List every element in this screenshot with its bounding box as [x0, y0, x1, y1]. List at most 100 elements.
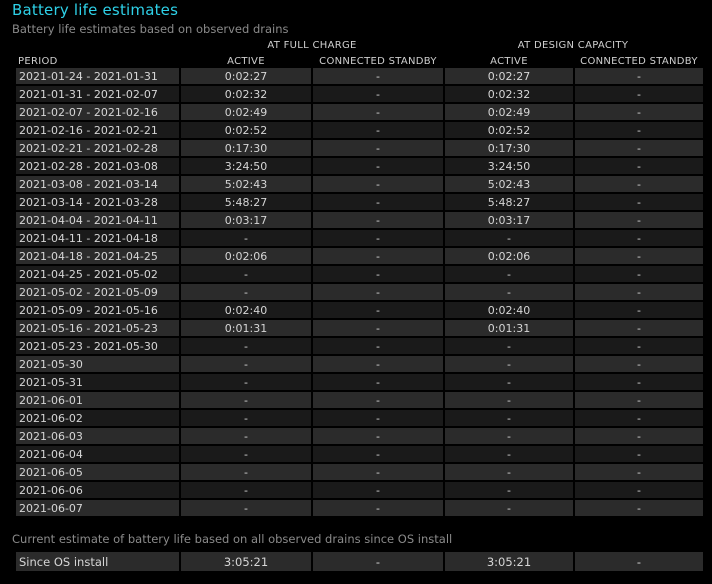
- standby-full-cell: -: [313, 140, 443, 158]
- standby-full-cell: -: [313, 320, 443, 338]
- active-design-cell: 0:02:27: [445, 68, 573, 86]
- table-header-row: PERIOD ACTIVE CONNECTED STANDBY ACTIVE C…: [16, 54, 703, 68]
- active-design-cell: -: [445, 230, 573, 248]
- table-row: 2021-02-21 - 2021-02-28 0:17:30-0:17:30-: [16, 140, 703, 158]
- standby-full-cell: -: [313, 446, 443, 464]
- active-full-cell: -: [181, 338, 311, 356]
- battery-estimates-table: PERIOD ACTIVE CONNECTED STANDBY ACTIVE C…: [14, 54, 705, 518]
- table-row: 2021-03-08 - 2021-03-14 5:02:43-5:02:43-: [16, 176, 703, 194]
- standby-full-cell: -: [313, 500, 443, 518]
- active-full-cell: -: [181, 266, 311, 284]
- standby-full-cell: -: [313, 68, 443, 86]
- table-row: 2021-04-25 - 2021-05-02- - - -: [16, 266, 703, 284]
- standby-design-cell: -: [575, 374, 703, 392]
- table-row: 2021-06-03- - - -: [16, 428, 703, 446]
- active-full-cell: 0:01:31: [181, 320, 311, 338]
- period-cell: 2021-01-31 - 2021-02-07: [16, 86, 179, 104]
- period-cell: 2021-06-05: [16, 464, 179, 482]
- active-design-cell: -: [445, 266, 573, 284]
- active-full-cell: 0:02:40: [181, 302, 311, 320]
- period-cell: 2021-02-28 - 2021-03-08: [16, 158, 179, 176]
- standby-full-cell: -: [313, 482, 443, 500]
- column-header-active-full: ACTIVE: [181, 54, 311, 68]
- standby-design-cell: -: [575, 356, 703, 374]
- table-row: 2021-06-04- - - -: [16, 446, 703, 464]
- standby-full-cell: -: [313, 176, 443, 194]
- period-cell: 2021-06-03: [16, 428, 179, 446]
- standby-full-cell: -: [313, 266, 443, 284]
- table-row: 2021-04-11 - 2021-04-18- - - -: [16, 230, 703, 248]
- table-row: 2021-04-04 - 2021-04-11 0:03:17-0:03:17-: [16, 212, 703, 230]
- lifetime-estimate-note: Current estimate of battery life based o…: [12, 532, 453, 546]
- active-design-cell: -: [445, 410, 573, 428]
- standby-design-cell: -: [575, 302, 703, 320]
- active-full-cell: 3:24:50: [181, 158, 311, 176]
- period-cell: 2021-03-08 - 2021-03-14: [16, 176, 179, 194]
- standby-design-cell: -: [575, 482, 703, 500]
- group-header-design-capacity: AT DESIGN CAPACITY: [517, 40, 629, 51]
- period-cell: 2021-04-25 - 2021-05-02: [16, 266, 179, 284]
- standby-design-cell: -: [575, 284, 703, 302]
- active-full-cell: -: [181, 500, 311, 518]
- table-row: 2021-05-23 - 2021-05-30- - - -: [16, 338, 703, 356]
- active-full-cell: -: [181, 392, 311, 410]
- table-row: 2021-06-06- - - -: [16, 482, 703, 500]
- table-row: 2021-05-09 - 2021-05-16 0:02:40-0:02:40-: [16, 302, 703, 320]
- active-design-cell: 0:02:06: [445, 248, 573, 266]
- active-full-cell: -: [181, 230, 311, 248]
- active-design-cell: 5:48:27: [445, 194, 573, 212]
- active-full-cell: 5:02:43: [181, 176, 311, 194]
- active-design-cell: 0:02:49: [445, 104, 573, 122]
- active-design-cell: -: [445, 392, 573, 410]
- total-period-cell: Since OS install: [16, 552, 179, 571]
- table-row: 2021-05-02 - 2021-05-09- - - -: [16, 284, 703, 302]
- standby-full-cell: -: [313, 194, 443, 212]
- column-header-standby-full: CONNECTED STANDBY: [313, 54, 443, 68]
- standby-design-cell: -: [575, 158, 703, 176]
- period-cell: 2021-05-23 - 2021-05-30: [16, 338, 179, 356]
- table-row: 2021-05-30- - - -: [16, 356, 703, 374]
- period-cell: 2021-01-24 - 2021-01-31: [16, 68, 179, 86]
- standby-design-cell: -: [575, 176, 703, 194]
- table-row: 2021-06-02- - - -: [16, 410, 703, 428]
- active-full-cell: 0:02:52: [181, 122, 311, 140]
- active-full-cell: -: [181, 410, 311, 428]
- table-row: 2021-01-31 - 2021-02-07 0:02:32-0:02:32-: [16, 86, 703, 104]
- standby-design-cell: -: [575, 194, 703, 212]
- active-full-cell: 0:02:49: [181, 104, 311, 122]
- period-cell: 2021-05-02 - 2021-05-09: [16, 284, 179, 302]
- active-design-cell: -: [445, 284, 573, 302]
- standby-design-cell: -: [575, 338, 703, 356]
- period-cell: 2021-02-16 - 2021-02-21: [16, 122, 179, 140]
- period-cell: 2021-03-14 - 2021-03-28: [16, 194, 179, 212]
- active-design-cell: -: [445, 446, 573, 464]
- table-row: 2021-05-31- - - -: [16, 374, 703, 392]
- total-active-full-cell: 3:05:21: [181, 552, 311, 571]
- page-title: Battery life estimates: [12, 1, 179, 19]
- period-cell: 2021-05-16 - 2021-05-23: [16, 320, 179, 338]
- standby-design-cell: -: [575, 500, 703, 518]
- standby-full-cell: -: [313, 248, 443, 266]
- standby-design-cell: -: [575, 320, 703, 338]
- standby-design-cell: -: [575, 410, 703, 428]
- period-cell: 2021-06-04: [16, 446, 179, 464]
- active-design-cell: 0:03:17: [445, 212, 573, 230]
- period-cell: 2021-06-01: [16, 392, 179, 410]
- period-cell: 2021-05-31: [16, 374, 179, 392]
- total-standby-design-cell: -: [575, 552, 703, 571]
- active-design-cell: -: [445, 356, 573, 374]
- table-row: 2021-02-07 - 2021-02-16 0:02:49-0:02:49-: [16, 104, 703, 122]
- standby-design-cell: -: [575, 428, 703, 446]
- standby-full-cell: -: [313, 428, 443, 446]
- standby-design-cell: -: [575, 68, 703, 86]
- active-full-cell: -: [181, 464, 311, 482]
- table-row: 2021-01-24 - 2021-01-31 0:02:27-0:02:27-: [16, 68, 703, 86]
- standby-design-cell: -: [575, 248, 703, 266]
- standby-design-cell: -: [575, 230, 703, 248]
- group-header-full-charge: AT FULL CHARGE: [267, 40, 357, 51]
- standby-full-cell: -: [313, 86, 443, 104]
- active-design-cell: -: [445, 500, 573, 518]
- active-full-cell: -: [181, 482, 311, 500]
- active-design-cell: 3:24:50: [445, 158, 573, 176]
- period-cell: 2021-02-21 - 2021-02-28: [16, 140, 179, 158]
